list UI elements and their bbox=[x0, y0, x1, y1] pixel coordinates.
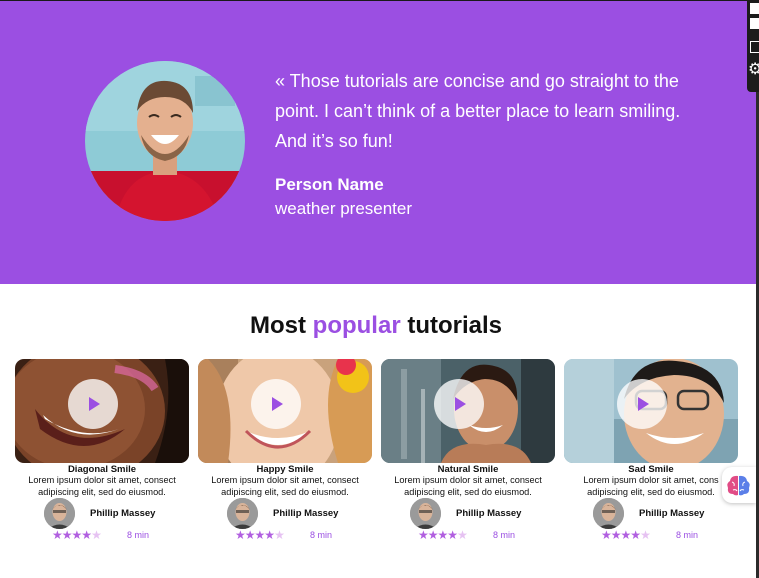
author-avatar bbox=[593, 498, 624, 529]
star-icon: ★ bbox=[640, 528, 651, 542]
testimonial-person-name: Person Name bbox=[275, 175, 384, 194]
toolbar-square-icon[interactable] bbox=[750, 3, 759, 14]
tutorial-duration: 8 min bbox=[127, 530, 150, 540]
testimonial-hero: « Those tutorials are concise and go str… bbox=[0, 1, 758, 284]
author-name: Phillip Massey bbox=[456, 508, 522, 519]
testimonial-photo bbox=[85, 61, 245, 221]
tutorial-description: Lorem ipsum dolor sit amet, cons adipisc… bbox=[564, 475, 738, 498]
tutorial-card[interactable]: Natural Smile Lorem ipsum dolor sit amet… bbox=[381, 359, 555, 549]
author-name: Phillip Massey bbox=[90, 508, 156, 519]
floating-toolbar: ⚙ bbox=[747, 0, 759, 92]
star-icon: ★ bbox=[447, 528, 458, 542]
tutorial-duration: 8 min bbox=[310, 530, 333, 540]
star-icon: ★ bbox=[52, 528, 63, 542]
author-avatar bbox=[410, 498, 441, 529]
section-title-accent: popular bbox=[312, 312, 401, 339]
star-icon: ★ bbox=[630, 528, 641, 542]
toolbar-copy-icon[interactable] bbox=[750, 41, 759, 53]
star-icon: ★ bbox=[610, 528, 622, 542]
tutorial-title[interactable]: Sad Smile bbox=[564, 464, 738, 475]
section-title-end: tutorials bbox=[407, 312, 503, 339]
star-icon: ★ bbox=[61, 528, 73, 542]
tutorial-description-line: adipiscing elit, sed do eiusmod. bbox=[38, 486, 166, 497]
tutorial-thumbnail[interactable] bbox=[15, 359, 189, 463]
tutorial-duration: 8 min bbox=[676, 530, 699, 540]
tutorial-card[interactable]: Happy Smile Lorem ipsum dolor sit amet, … bbox=[198, 359, 372, 549]
tutorial-description: Lorem ipsum dolor sit amet, consect adip… bbox=[15, 475, 189, 498]
brain-icon bbox=[727, 475, 750, 496]
tutorial-description-line: Lorem ipsum dolor sit amet, cons bbox=[583, 475, 719, 485]
star-icon: ★ bbox=[457, 528, 468, 542]
play-button[interactable] bbox=[434, 379, 484, 429]
assistant-bubble[interactable] bbox=[722, 467, 756, 503]
section-title: Most popular tutorials bbox=[0, 312, 752, 340]
star-icon: ★ bbox=[244, 528, 256, 542]
play-icon bbox=[89, 397, 100, 411]
tutorial-description-line: adipiscing elit, sed do eiusmod. bbox=[404, 486, 532, 497]
author-avatar bbox=[227, 498, 258, 529]
play-icon bbox=[638, 397, 649, 411]
star-icon: ★ bbox=[427, 528, 439, 542]
tutorial-thumbnail[interactable] bbox=[564, 359, 738, 463]
author-avatar bbox=[44, 498, 75, 529]
rating-stars: ★★★★★ bbox=[601, 528, 651, 542]
play-button[interactable] bbox=[617, 379, 667, 429]
tutorial-thumbnail[interactable] bbox=[381, 359, 555, 463]
toolbar-panel-icon[interactable] bbox=[750, 18, 759, 29]
star-icon: ★ bbox=[235, 528, 246, 542]
author-name: Phillip Massey bbox=[273, 508, 339, 519]
play-icon bbox=[272, 397, 283, 411]
tutorial-title[interactable]: Happy Smile bbox=[198, 464, 372, 475]
rating-stars: ★★★★★ bbox=[52, 528, 102, 542]
rating-stars: ★★★★★ bbox=[418, 528, 468, 542]
star-icon: ★ bbox=[91, 528, 102, 542]
tutorial-card[interactable]: Diagonal Smile Lorem ipsum dolor sit ame… bbox=[15, 359, 189, 549]
rating-stars: ★★★★★ bbox=[235, 528, 285, 542]
tutorial-description-line: Lorem ipsum dolor sit amet, consect bbox=[28, 475, 176, 485]
star-icon: ★ bbox=[418, 528, 429, 542]
tutorial-title[interactable]: Natural Smile bbox=[381, 464, 555, 475]
play-button[interactable] bbox=[68, 379, 118, 429]
tutorial-description-line: adipiscing elit, sed do eiusmod. bbox=[587, 486, 715, 497]
tutorial-thumbnail[interactable] bbox=[198, 359, 372, 463]
tutorial-description: Lorem ipsum dolor sit amet, consect adip… bbox=[381, 475, 555, 498]
star-icon: ★ bbox=[274, 528, 285, 542]
tutorial-card[interactable]: Sad Smile Lorem ipsum dolor sit amet, co… bbox=[564, 359, 738, 549]
star-icon: ★ bbox=[71, 528, 83, 542]
play-icon bbox=[455, 397, 466, 411]
section-title-start: Most bbox=[249, 312, 306, 339]
tutorial-duration: 8 min bbox=[493, 530, 516, 540]
tutorial-description: Lorem ipsum dolor sit amet, consect adip… bbox=[198, 475, 372, 498]
author-name: Phillip Massey bbox=[639, 508, 705, 519]
star-icon: ★ bbox=[254, 528, 266, 542]
star-icon: ★ bbox=[81, 528, 92, 542]
testimonial-quote: « Those tutorials are concise and go str… bbox=[275, 71, 681, 151]
star-icon: ★ bbox=[601, 528, 612, 542]
star-icon: ★ bbox=[620, 528, 632, 542]
star-icon: ★ bbox=[264, 528, 275, 542]
tutorial-description-line: adipiscing elit, sed do eiusmod. bbox=[221, 486, 349, 497]
tutorial-title[interactable]: Diagonal Smile bbox=[15, 464, 189, 475]
tutorial-description-line: Lorem ipsum dolor sit amet, consect bbox=[211, 475, 359, 485]
testimonial-person-role: weather presenter bbox=[275, 199, 413, 218]
star-icon: ★ bbox=[437, 528, 449, 542]
play-button[interactable] bbox=[251, 379, 301, 429]
gear-icon[interactable]: ⚙ bbox=[748, 62, 759, 78]
tutorial-description-line: Lorem ipsum dolor sit amet, consect bbox=[394, 475, 542, 485]
